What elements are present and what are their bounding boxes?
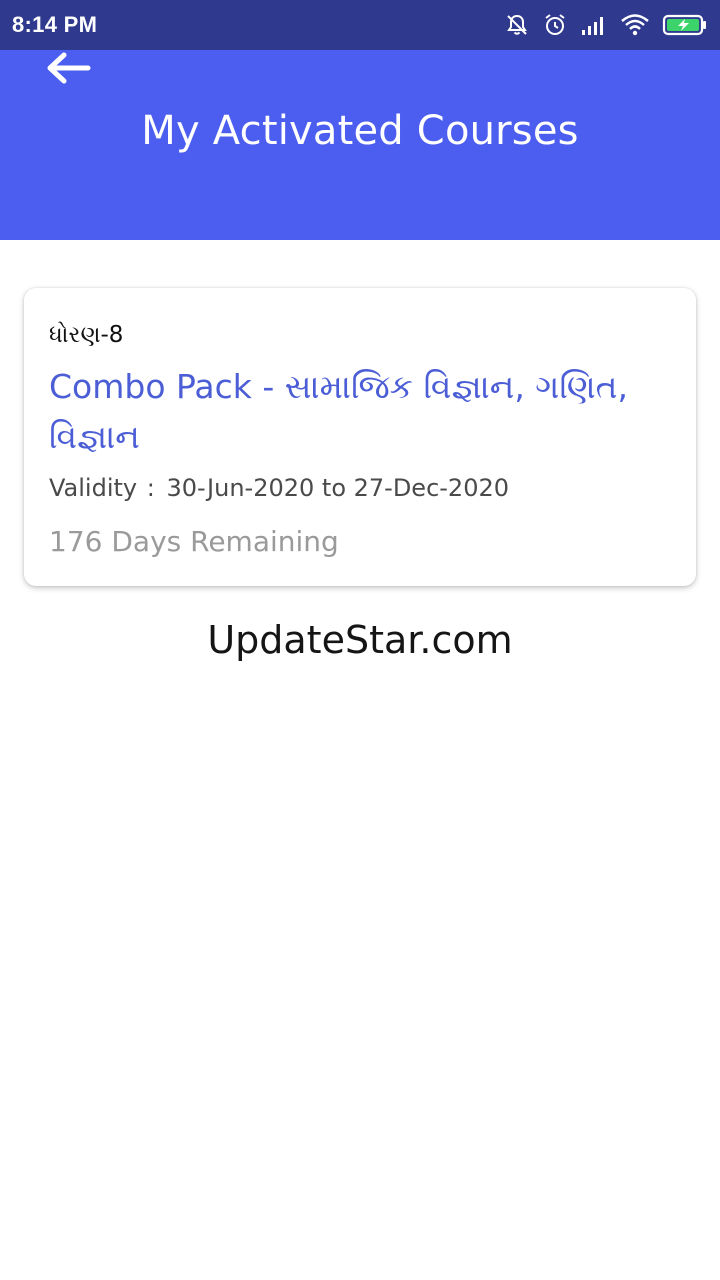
page-title: My Activated Courses <box>141 108 579 154</box>
course-standard: ધોરણ-8 <box>49 322 124 348</box>
wifi-icon <box>620 13 650 37</box>
watermark-text: UpdateStar.com <box>207 618 513 662</box>
validity-range: 30-Jun-2020 to 27-Dec-2020 <box>166 474 510 502</box>
muted-bell-icon <box>504 12 530 38</box>
validity-label: Validity <box>49 474 138 502</box>
status-icons <box>504 12 708 38</box>
arrow-left-icon <box>44 50 92 90</box>
validity-separator: : <box>146 474 155 502</box>
status-time: 8:14 PM <box>12 12 98 37</box>
course-title: Combo Pack - સામાજિક વિજ્ઞાન, ગણિત, વિજ્… <box>49 367 629 456</box>
days-remaining: 176 Days Remaining <box>49 525 339 558</box>
app-bar: My Activated Courses <box>0 50 720 240</box>
signal-icon <box>580 13 608 37</box>
alarm-icon <box>542 12 568 38</box>
status-bar: 8:14 PM <box>0 0 720 50</box>
course-card[interactable]: ધોરણ-8 Combo Pack - સામાજિક વિજ્ઞાન, ગણિ… <box>24 288 696 586</box>
back-button[interactable] <box>40 50 96 90</box>
course-validity: Validity : 30-Jun-2020 to 27-Dec-2020 <box>49 468 672 508</box>
battery-charging-icon <box>662 13 708 37</box>
